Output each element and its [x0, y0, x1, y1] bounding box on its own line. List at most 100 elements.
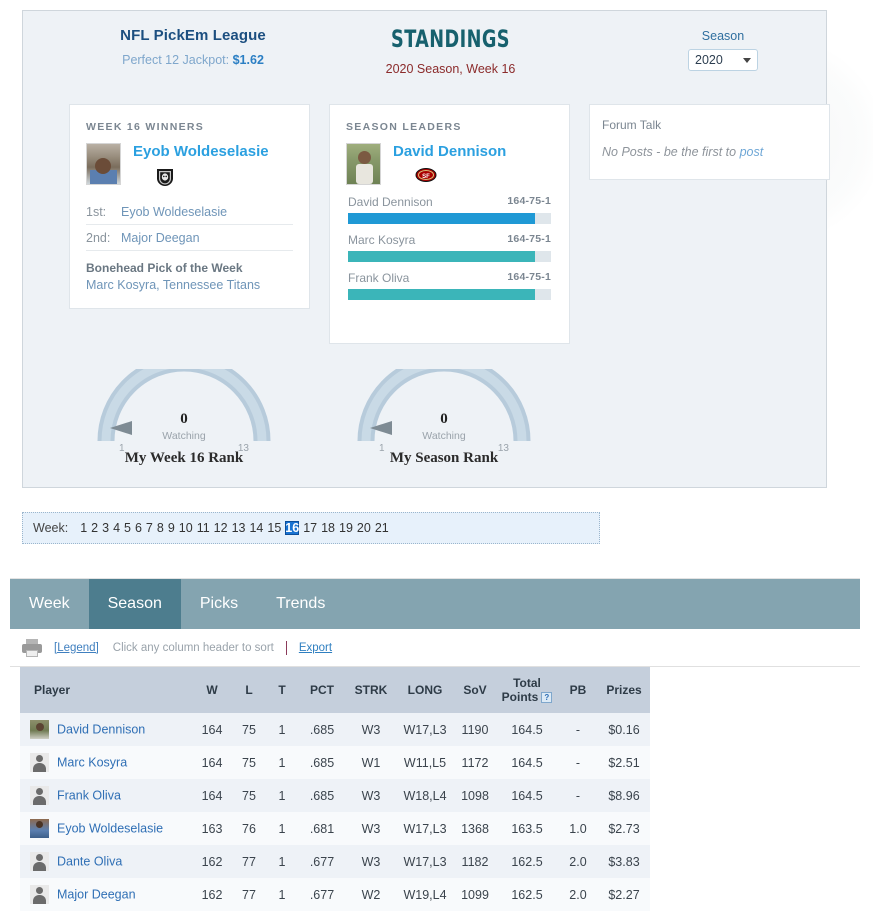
- legend-link[interactable]: [Legend]: [54, 642, 99, 654]
- week-winner-feature: Eyob Woldeselasie: [70, 133, 309, 190]
- avatar: [30, 753, 49, 772]
- list-item: 1st: Eyob Woldeselasie: [86, 199, 293, 225]
- list-item: 2nd: Major Deegan: [86, 225, 293, 251]
- week-rank-gauge: 1 13 0 Watching My Week 16 Rank: [84, 369, 284, 493]
- avatar: [346, 143, 381, 185]
- avatar: [30, 819, 49, 838]
- table-row[interactable]: David Dennison 164 75 1 .685 W3 W17,L3 1190 164.…: [20, 713, 650, 746]
- column-header-l[interactable]: L: [232, 667, 266, 713]
- table-row[interactable]: Marc Kosyra 164 75 1 .685 W1 W11,L5 1172 164.5 - $…: [20, 746, 650, 779]
- list-item: Frank Oliva 164-75-1: [348, 262, 551, 300]
- place-rank: 1st:: [86, 205, 107, 219]
- week-number-list: 1 2 3 4 5 6 7 8 9 10 11 12 13 14 15 16 17 18 19 20 21: [78, 513, 391, 543]
- table-row[interactable]: Frank Oliva 164 75 1 .685 W3 W18,L4 1098 164.5 - $…: [20, 779, 650, 812]
- week-number-20[interactable]: 20: [357, 521, 371, 535]
- week-number-6[interactable]: 6: [135, 521, 142, 535]
- bonehead-block: Bonehead Pick of the Week Marc Kosyra, T…: [86, 261, 293, 292]
- raiders-logo-icon: [155, 167, 269, 190]
- week-number-19[interactable]: 19: [339, 521, 353, 535]
- cell-t: 1: [278, 821, 286, 836]
- column-header-pct[interactable]: PCT: [298, 667, 346, 713]
- export-link[interactable]: Export: [299, 642, 332, 654]
- week-number-15[interactable]: 15: [267, 521, 281, 535]
- tab-picks[interactable]: Picks: [181, 579, 257, 629]
- player-cell: David Dennison: [20, 713, 192, 746]
- season-select[interactable]: 2020: [688, 49, 758, 71]
- column-header-player[interactable]: Player: [20, 667, 192, 713]
- column-header-t[interactable]: T: [266, 667, 298, 713]
- cell-pb: 2.0: [569, 854, 587, 869]
- column-header-pb[interactable]: PB: [558, 667, 598, 713]
- week-number-7[interactable]: 7: [146, 521, 153, 535]
- column-header-long[interactable]: LONG: [396, 667, 454, 713]
- week-number-4[interactable]: 4: [113, 521, 120, 535]
- table-row[interactable]: Eyob Woldeselasie 163 76 1 .681 W3 W17,L3 1368 1…: [20, 812, 650, 845]
- cell-pct: .677: [309, 887, 335, 902]
- cell-prizes: $0.16: [608, 722, 640, 737]
- week-number-14[interactable]: 14: [249, 521, 263, 535]
- week-number-17[interactable]: 17: [303, 521, 317, 535]
- bar-track: [348, 213, 551, 224]
- place-name[interactable]: Major Deegan: [121, 231, 200, 245]
- jackpot-label: Perfect 12 Jackpot:: [122, 53, 230, 67]
- list-item: David Dennison 164-75-1: [348, 186, 551, 224]
- cell-l: 77: [242, 854, 256, 869]
- forum-post-link[interactable]: post: [740, 145, 764, 159]
- bonehead-title: Bonehead Pick of the Week: [86, 261, 243, 275]
- week-number-18[interactable]: 18: [321, 521, 335, 535]
- player-name-link[interactable]: Frank Oliva: [57, 789, 121, 803]
- week-number-9[interactable]: 9: [168, 521, 175, 535]
- cell-long: W11,L5: [403, 755, 447, 770]
- bar-name: Marc Kosyra: [348, 233, 416, 247]
- table-row[interactable]: Dante Oliva 162 77 1 .677 W3 W17,L3 1182 162.5 2.…: [20, 845, 650, 878]
- week-number-1[interactable]: 1: [80, 521, 87, 535]
- column-header-total-points[interactable]: Total Points?: [496, 667, 558, 713]
- avatar: [30, 852, 49, 871]
- column-header-prizes[interactable]: Prizes: [598, 667, 650, 713]
- week-number-11[interactable]: 11: [197, 521, 210, 535]
- player-name-link[interactable]: David Dennison: [57, 723, 145, 737]
- league-header: NFL PickEm League Perfect 12 Jackpot: $1…: [63, 27, 323, 67]
- table-toolbar: [Legend] Click any column header to sort…: [10, 629, 860, 667]
- tab-season[interactable]: Season: [88, 579, 181, 629]
- svg-text:SF: SF: [422, 174, 430, 180]
- week-number-12[interactable]: 12: [214, 521, 228, 535]
- column-header-sov[interactable]: SoV: [454, 667, 496, 713]
- table-body: David Dennison 164 75 1 .685 W3 W17,L3 1190 164.…: [20, 713, 650, 911]
- cell-w: 162: [201, 887, 223, 902]
- week-number-5[interactable]: 5: [124, 521, 131, 535]
- cell-prizes: $8.96: [608, 788, 640, 803]
- tab-trends[interactable]: Trends: [257, 579, 344, 629]
- player-name-link[interactable]: Major Deegan: [57, 888, 136, 902]
- bonehead-text: Marc Kosyra, Tennessee Titans: [86, 278, 261, 292]
- place-name[interactable]: Eyob Woldeselasie: [121, 205, 227, 219]
- bar-track: [348, 251, 551, 262]
- season-leader-feature: David Dennison SF: [330, 133, 569, 186]
- week-number-2[interactable]: 2: [91, 521, 98, 535]
- table-row[interactable]: Major Deegan 162 77 1 .677 W2 W19,L4 1099 162.5 2…: [20, 878, 650, 911]
- bar-name: David Dennison: [348, 195, 433, 209]
- week-number-8[interactable]: 8: [157, 521, 164, 535]
- player-name-link[interactable]: Dante Oliva: [57, 855, 122, 869]
- help-icon[interactable]: ?: [541, 692, 553, 704]
- cell-l: 76: [242, 821, 256, 836]
- week-number-10[interactable]: 10: [179, 521, 193, 535]
- column-header-w[interactable]: W: [192, 667, 232, 713]
- tab-week[interactable]: Week: [10, 579, 89, 629]
- week-selector[interactable]: Week: 1 2 3 4 5 6 7 8 9 10 11 12 13 14 15 16 17 18 19 20 21: [22, 512, 600, 544]
- column-header-strk[interactable]: STRK: [346, 667, 396, 713]
- week-number-13[interactable]: 13: [232, 521, 246, 535]
- week-winner-name[interactable]: Eyob Woldeselasie: [133, 143, 269, 160]
- cell-pb: 1.0: [569, 821, 587, 836]
- week-number-21[interactable]: 21: [375, 521, 389, 535]
- cell-strk: W2: [361, 887, 381, 902]
- week-number-3[interactable]: 3: [102, 521, 109, 535]
- player-name-link[interactable]: Marc Kosyra: [57, 756, 127, 770]
- season-selector-block: Season 2020: [663, 29, 783, 71]
- cell-prizes: $3.83: [608, 854, 640, 869]
- season-leader-name[interactable]: David Dennison: [393, 143, 506, 160]
- player-name-link[interactable]: Eyob Woldeselasie: [57, 822, 163, 836]
- player-cell: Dante Oliva: [20, 845, 192, 878]
- printer-icon[interactable]: [22, 638, 42, 657]
- week-number-16[interactable]: 16: [285, 521, 300, 535]
